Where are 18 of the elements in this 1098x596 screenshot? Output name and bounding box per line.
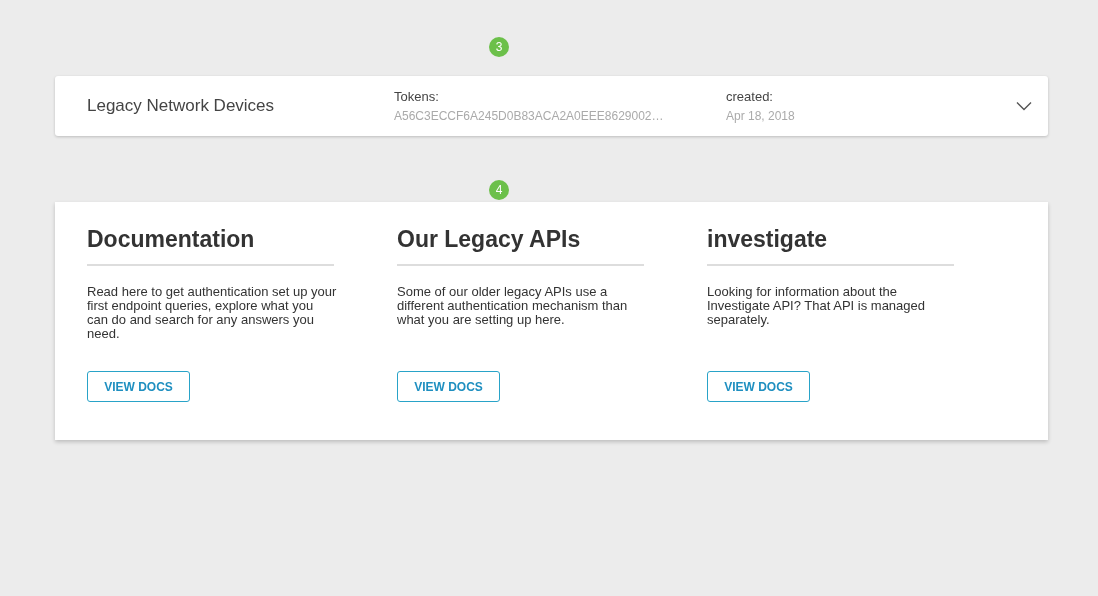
key-name: Legacy Network Devices <box>87 96 276 116</box>
created-date: Apr 18, 2018 <box>726 109 796 123</box>
token-value: A56C3ECCF6A245D0B83ACA2A0EEE8629002… <box>394 109 665 123</box>
doc-heading: Our Legacy APIs <box>397 226 644 266</box>
tokens-label: Tokens: <box>394 89 440 104</box>
view-docs-button[interactable]: VIEW DOCS <box>397 371 500 402</box>
doc-description: Some of our older legacy APIs use a different authentication mechanism than what you are setting up here. <box>397 285 629 329</box>
view-docs-button[interactable]: VIEW DOCS <box>87 371 190 402</box>
doc-heading: Documentation <box>87 226 334 266</box>
created-label: created: <box>726 89 774 104</box>
doc-description: Read here to get authentication set up your first endpoint queries, explore what you can do and search for any answers you need. <box>87 285 337 343</box>
doc-description: Looking for information about the Investigate API? That API is managed separately. <box>707 285 926 329</box>
expand-toggle[interactable] <box>1014 99 1034 113</box>
step-badge: 4 <box>489 180 509 200</box>
view-docs-button[interactable]: VIEW DOCS <box>707 371 810 402</box>
chevron-icon <box>1016 101 1032 111</box>
step-badge: 3 <box>489 37 509 57</box>
doc-heading: investigate <box>707 226 954 266</box>
